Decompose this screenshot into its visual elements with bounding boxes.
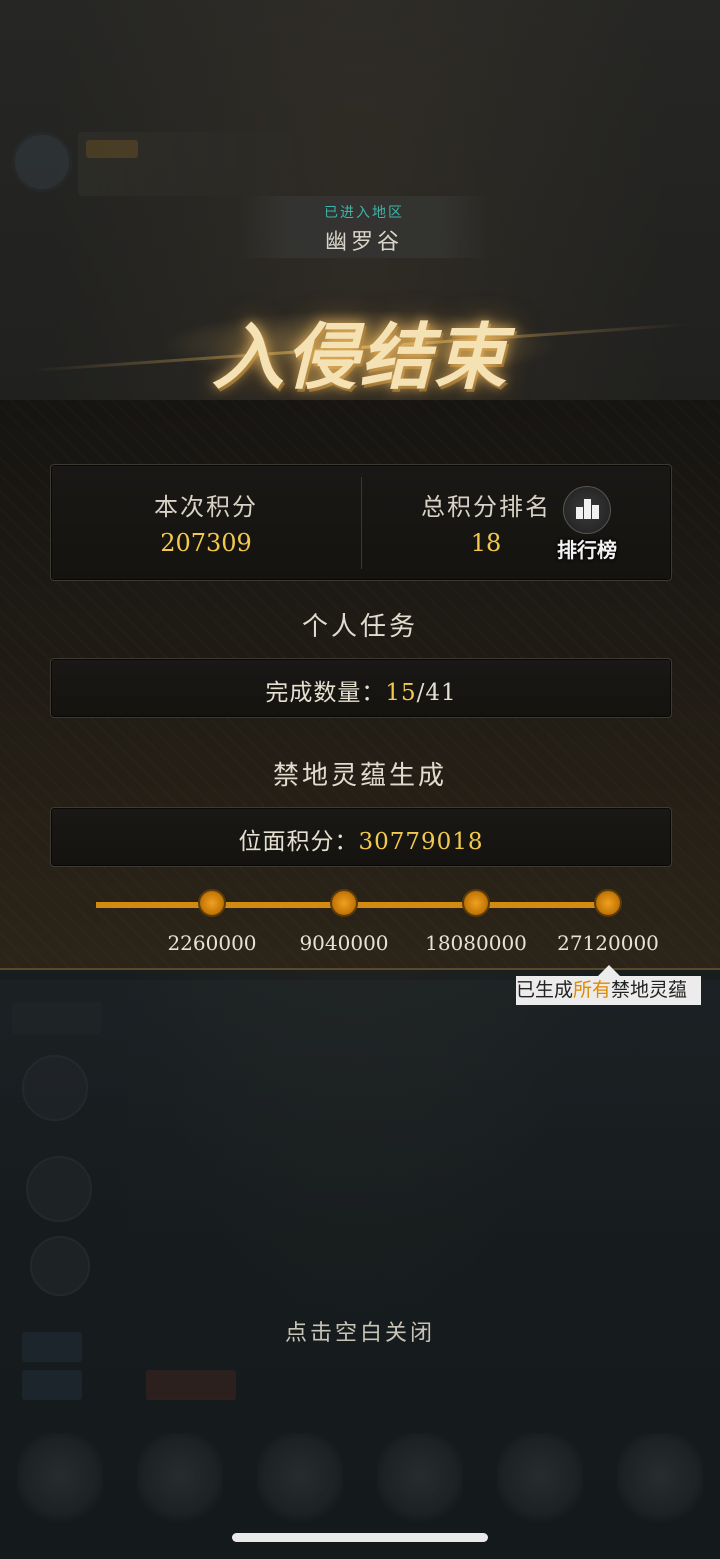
milestone-node[interactable] (330, 889, 358, 917)
background-nav-item (137, 1433, 223, 1529)
leaderboard-label: 排行榜 (557, 538, 617, 562)
background-chat-tag (22, 1370, 82, 1400)
tooltip-text-part3: 禁地灵蕴 (611, 979, 688, 1001)
background-nav-item (377, 1433, 463, 1529)
background-nav-item (17, 1433, 103, 1529)
tooltip-arrow (598, 965, 620, 976)
milestone-label: 9040000 (299, 931, 389, 955)
task-completed-value: 15 (385, 680, 417, 706)
task-total-value: /41 (416, 680, 457, 706)
task-count-card: 完成数量：15/41 (50, 658, 672, 718)
task-count-line: 完成数量：15/41 (51, 673, 671, 707)
milestone-node[interactable] (462, 889, 490, 917)
milestone-label: 2260000 (167, 931, 257, 955)
milestone-node[interactable] (198, 889, 226, 917)
background-bottom-nav (0, 1409, 720, 1529)
task-count-label: 完成数量： (265, 680, 386, 706)
milestone-tooltip: 已生成所有禁地灵蕴 (516, 976, 701, 1005)
invasion-result-screen[interactable]: 已进入地区 幽罗谷 入侵结束 本次积分 207309 总积分排名 18 排行榜 … (0, 0, 720, 1559)
personal-tasks-title: 个人任务 (301, 612, 418, 642)
milestone-label: 27120000 (557, 931, 659, 955)
total-rank-column: 总积分排名 18 (361, 465, 671, 580)
background-chat-tag (146, 1370, 236, 1400)
tooltip-text-part1: 已生成 (516, 979, 574, 1001)
title-area: 入侵结束 (0, 290, 720, 400)
background-side-tag (12, 1002, 102, 1034)
background-scenery (0, 980, 720, 1240)
current-score-column: 本次积分 207309 (51, 465, 361, 580)
region-entered-label: 已进入地区 (324, 205, 404, 221)
region-banner: 已进入地区 幽罗谷 (238, 196, 490, 258)
region-name: 幽罗谷 (324, 230, 403, 255)
tooltip-text-part2: 所有 (573, 979, 612, 1001)
plane-score-value: 30779018 (358, 829, 484, 855)
plane-score-line: 位面积分：30779018 (51, 822, 671, 856)
invasion-ended-title: 入侵结束 (211, 314, 508, 399)
leaderboard-button[interactable]: 排行榜 (551, 484, 623, 564)
background-player-bar (78, 132, 293, 196)
background-nav-item (497, 1433, 583, 1529)
milestone-node[interactable] (594, 889, 622, 917)
plane-score-label: 位面积分： (238, 829, 359, 855)
forbidden-land-title: 禁地灵蕴生成 (272, 761, 447, 791)
plane-score-card: 位面积分：30779018 (50, 807, 672, 867)
background-nav-item (257, 1433, 343, 1529)
tap-to-close-hint[interactable]: 点击空白关闭 (0, 1315, 720, 1347)
home-indicator[interactable] (232, 1533, 488, 1542)
background-side-button (30, 1236, 90, 1296)
background-side-button (22, 1055, 88, 1121)
background-nav-item (617, 1433, 703, 1529)
bar-chart-icon (563, 486, 611, 534)
background-avatar (12, 132, 72, 192)
milestone-label: 18080000 (425, 931, 527, 955)
background-side-button (26, 1156, 92, 1222)
